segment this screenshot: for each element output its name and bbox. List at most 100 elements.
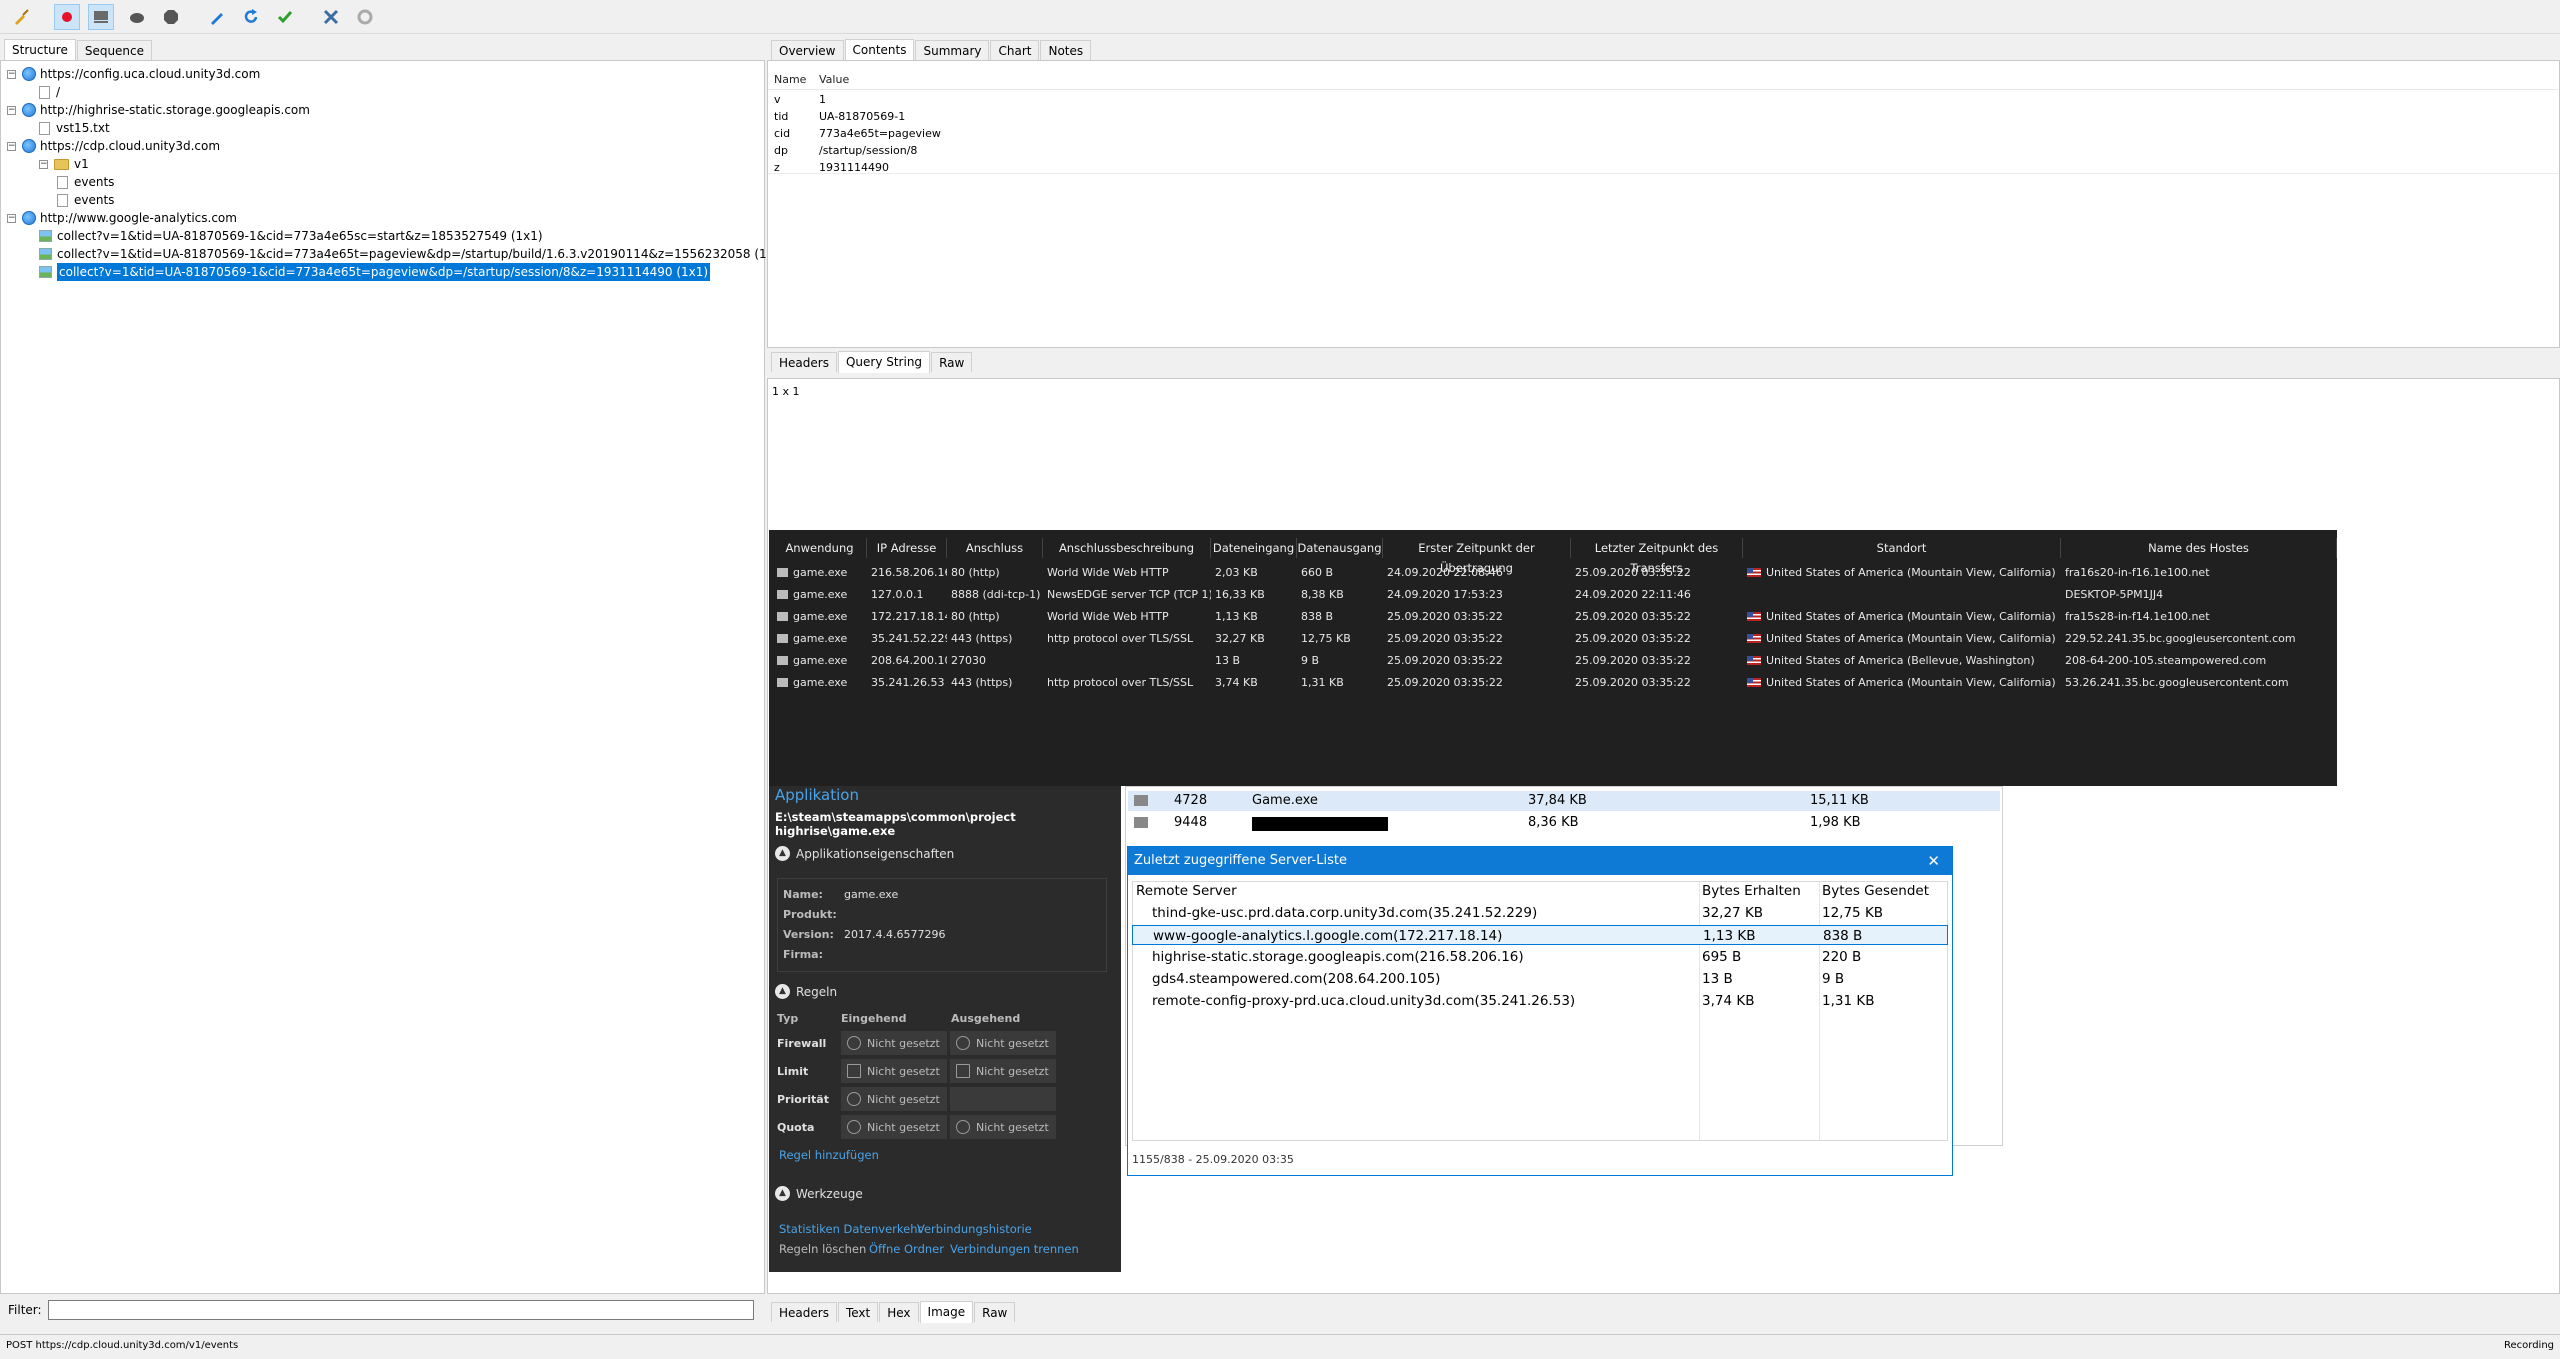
rule-inbound[interactable]: Nicht gesetzt <box>841 1059 947 1083</box>
disconnect-link[interactable]: Verbindungen trennen <box>950 1242 1079 1256</box>
network-column-header[interactable]: Anwendung <box>773 538 867 558</box>
checkmark-icon[interactable] <box>272 4 298 30</box>
response-tab-raw[interactable]: Raw <box>974 1302 1016 1322</box>
rule-type: Quota <box>777 1120 815 1134</box>
request-tab-raw[interactable]: Raw <box>931 352 973 372</box>
col-name[interactable]: Name <box>774 71 819 88</box>
response-tab-text[interactable]: Text <box>837 1302 879 1322</box>
pen-icon[interactable] <box>204 4 230 30</box>
request-tab-query-string[interactable]: Query String <box>837 351 931 373</box>
tree-node[interactable]: events <box>57 191 114 209</box>
broom-icon[interactable] <box>8 4 34 30</box>
traffic-stats-link[interactable]: Statistiken Datenverkehr <box>779 1222 922 1236</box>
record-icon[interactable] <box>54 4 80 30</box>
network-column-header[interactable]: Dateneingang <box>1211 538 1297 558</box>
query-param-row[interactable]: cid 773a4e65t=pageview <box>774 125 941 142</box>
rules-section[interactable]: ▲ Regeln <box>775 984 837 999</box>
chevron-up-icon: ▲ <box>775 1186 790 1201</box>
network-column-header[interactable]: Name des Hostes <box>2061 538 2337 558</box>
server-row[interactable]: www-google-analytics.l.google.com(172.21… <box>1132 925 1948 945</box>
tree-node[interactable]: collect?v=1&tid=UA-81870569-1&cid=773a4e… <box>39 245 786 263</box>
response-tab-hex[interactable]: Hex <box>879 1302 919 1322</box>
bytes-sent: 838 B <box>1823 928 1863 944</box>
close-icon[interactable]: ✕ <box>1927 847 1940 875</box>
tab-summary[interactable]: Summary <box>915 40 990 60</box>
tree-node[interactable]: collect?v=1&tid=UA-81870569-1&cid=773a4e… <box>39 227 543 245</box>
col-value[interactable]: Value <box>819 71 849 88</box>
network-column-header[interactable]: Erster Zeitpunkt der Übertragung <box>1383 538 1571 575</box>
process-row[interactable]: 4728 Game.exe 37,84 KB 15,11 KB <box>1128 791 2000 811</box>
network-connection-row[interactable]: game.exe 208.64.200.105 27030 13 B 9 B 25.09.… <box>773 650 2337 672</box>
throttle-icon[interactable] <box>88 4 114 30</box>
network-column-header[interactable]: Standort <box>1743 538 2061 558</box>
rule-outbound[interactable] <box>950 1087 1056 1111</box>
tree-node[interactable]: − http://www.google-analytics.com <box>7 209 237 227</box>
rule-inbound[interactable]: Nicht gesetzt <box>841 1031 947 1055</box>
tree-node[interactable]: vst15.txt <box>39 119 110 137</box>
network-cell: game.exe <box>773 562 867 584</box>
network-column-header[interactable]: Anschlussbeschreibung <box>1043 538 1211 558</box>
collapse-toggle-icon[interactable]: − <box>39 159 48 169</box>
network-column-header[interactable]: Datenausgang <box>1297 538 1383 558</box>
tab-structure[interactable]: Structure <box>4 39 76 61</box>
network-connection-row[interactable]: game.exe 35.241.52.229 443 (https) http pro… <box>773 628 2337 650</box>
status-bar: POST https://cdp.cloud.unity3d.com/v1/ev… <box>0 1334 2560 1359</box>
network-connection-row[interactable]: game.exe 216.58.206.16 80 (http) World Wide… <box>773 562 2337 584</box>
rule-inbound[interactable]: Nicht gesetzt <box>841 1115 947 1139</box>
tree-node[interactable]: − https://cdp.cloud.unity3d.com <box>7 137 220 155</box>
tree-node[interactable]: − https://config.uca.cloud.unity3d.com <box>7 65 260 83</box>
request-tab-headers[interactable]: Headers <box>771 352 837 372</box>
tree-node-label: vst15.txt <box>56 121 110 135</box>
network-cell: 25.09.2020 03:35:22 <box>1575 632 1691 645</box>
network-column-header[interactable]: IP Adresse <box>867 538 947 558</box>
tab-contents[interactable]: Contents <box>844 39 915 61</box>
filter-input[interactable] <box>47 1300 754 1320</box>
collapse-toggle-icon[interactable]: − <box>7 141 16 151</box>
open-folder-link[interactable]: Öffne Ordner <box>869 1242 944 1256</box>
tab-sequence[interactable]: Sequence <box>76 40 153 60</box>
tree-node[interactable]: − v1 <box>39 155 89 173</box>
tab-overview[interactable]: Overview <box>771 40 844 60</box>
query-param-row[interactable]: dp/startup/session/8 <box>774 142 917 159</box>
globe-icon <box>22 103 36 117</box>
connection-history-link[interactable]: Verbindungshistorie <box>917 1222 1032 1236</box>
network-column-header[interactable]: Anschluss <box>947 538 1043 558</box>
rule-inbound[interactable]: Nicht gesetzt <box>841 1087 947 1111</box>
delete-rules-link[interactable]: Regeln löschen <box>779 1242 866 1256</box>
rule-outbound[interactable]: Nicht gesetzt <box>950 1115 1056 1139</box>
gear-icon[interactable] <box>352 4 378 30</box>
response-tab-image[interactable]: Image <box>919 1301 974 1323</box>
tools-section[interactable]: ▲ Werkzeuge <box>775 1186 863 1201</box>
query-param-row[interactable]: tid UA-81870569-1 <box>774 108 905 125</box>
section-title: Applikationseigenschaften <box>796 846 955 861</box>
stop-icon[interactable] <box>158 4 184 30</box>
turtle-icon[interactable] <box>124 4 150 30</box>
server-row[interactable]: highrise-static.storage.googleapis.com(2… <box>1132 947 1948 967</box>
server-row[interactable]: gds4.steampowered.com(208.64.200.105) 13 … <box>1132 969 1948 989</box>
tree-node[interactable]: / <box>39 83 60 101</box>
rule-outbound[interactable]: Nicht gesetzt <box>950 1059 1056 1083</box>
collapse-toggle-icon[interactable]: − <box>7 69 16 79</box>
network-connection-row[interactable]: game.exe 172.217.18.14 80 (http) World Wide… <box>773 606 2337 628</box>
tree-node[interactable]: − http://highrise-static.storage.googleap… <box>7 101 310 119</box>
rule-outbound[interactable]: Nicht gesetzt <box>950 1031 1056 1055</box>
add-rule-link[interactable]: Regel hinzufügen <box>779 1148 879 1162</box>
tree-node[interactable]: collect?v=1&tid=UA-81870569-1&cid=773a4e… <box>39 263 711 281</box>
network-column-header[interactable]: Letzter Zeitpunkt des Transfers <box>1571 538 1743 575</box>
refresh-icon[interactable] <box>238 4 264 30</box>
collapse-toggle-icon[interactable]: − <box>7 105 16 115</box>
tree-node[interactable]: events <box>57 173 114 191</box>
network-cell: 127.0.0.1 <box>871 588 924 601</box>
response-tab-headers[interactable]: Headers <box>771 1302 837 1322</box>
tab-chart[interactable]: Chart <box>990 40 1040 60</box>
network-connection-row[interactable]: game.exe 35.241.26.53 443 (https) http prot… <box>773 672 2337 694</box>
server-row[interactable]: remote-config-proxy-prd.uca.cloud.unity3… <box>1132 991 1948 1011</box>
tab-notes[interactable]: Notes <box>1040 40 1092 60</box>
tools-icon[interactable] <box>318 4 344 30</box>
server-row[interactable]: thind-gke-usc.prd.data.corp.unity3d.com(… <box>1132 903 1948 923</box>
app-properties-section[interactable]: ▲ Applikationseigenschaften <box>775 846 954 861</box>
network-connection-row[interactable]: game.exe 127.0.0.1 8888 (ddi-tcp-1) NewsEDG… <box>773 584 2337 606</box>
process-row[interactable]: 9448 8,36 KB 1,98 KB <box>1128 813 2000 833</box>
query-param-row[interactable]: v1 <box>774 91 826 108</box>
collapse-toggle-icon[interactable]: − <box>7 213 16 223</box>
